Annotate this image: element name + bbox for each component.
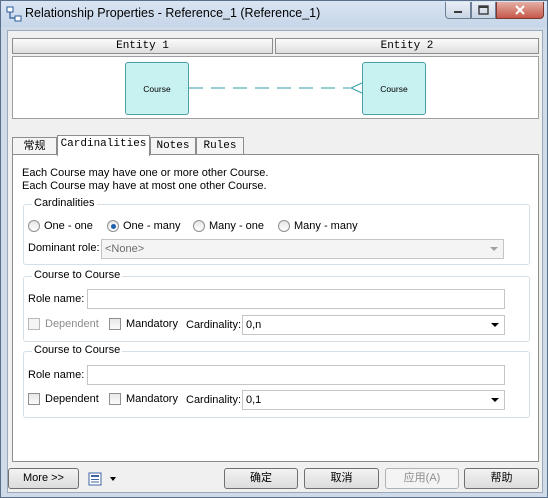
chevron-down-icon: [491, 323, 499, 327]
entity2-header[interactable]: Entity 2: [275, 38, 539, 54]
chevron-down-icon: [491, 398, 499, 402]
role2-cardinality-label: Cardinality:: [186, 394, 242, 406]
checkbox-box[interactable]: [28, 318, 40, 330]
radio-label: Many - many: [294, 220, 358, 232]
radio-label: One - one: [44, 220, 93, 232]
close-button[interactable]: [496, 2, 544, 19]
tab-notes[interactable]: Notes: [150, 137, 196, 155]
tab-general[interactable]: 常规: [12, 137, 57, 155]
window-title: Relationship Properties - Reference_1 (R…: [25, 6, 321, 20]
checkbox-label: Mandatory: [126, 318, 178, 330]
dialog-body: Entity 1 Entity 2 Course Course 常规 Cardi…: [7, 30, 543, 493]
entity1-box[interactable]: Course: [125, 62, 189, 115]
checkbox-box[interactable]: [109, 318, 121, 330]
checkbox-box[interactable]: [109, 393, 121, 405]
radio-label: Many - one: [209, 220, 265, 232]
radio-one-many[interactable]: One - many: [107, 220, 180, 232]
toolbar-menu-button[interactable]: [88, 470, 122, 488]
radio-circle[interactable]: [28, 220, 40, 232]
apply-button[interactable]: 应用(A): [385, 468, 459, 489]
maximize-button[interactable]: [471, 2, 496, 19]
role2-cardinality-value: 0,1: [246, 394, 262, 406]
close-icon: [515, 5, 525, 15]
help-button[interactable]: 帮助: [464, 468, 539, 489]
entity1-header[interactable]: Entity 1: [12, 38, 273, 54]
role2-group: Course to Course Role name: Dependent Ma…: [23, 344, 530, 418]
cardinalities-panel: Each Course may have one or more other C…: [12, 154, 539, 462]
radio-label: One - many: [123, 220, 181, 232]
tab-cardinalities[interactable]: Cardinalities: [57, 135, 150, 156]
dominant-role-label: Dominant role:: [28, 242, 100, 254]
more-button[interactable]: More >>: [8, 468, 79, 489]
role1-name-label: Role name:: [28, 293, 85, 305]
role2-cardinality-select[interactable]: 0,1: [242, 390, 505, 410]
radio-many-many[interactable]: Many - many: [278, 220, 358, 232]
role2-name-label: Role name:: [28, 369, 85, 381]
role2-mandatory-checkbox[interactable]: Mandatory: [109, 393, 178, 405]
description-line-2: Each Course may have at most one other C…: [22, 180, 267, 192]
radio-circle[interactable]: [193, 220, 205, 232]
role1-cardinality-value: 0,n: [246, 319, 262, 331]
relationship-diagram: Course Course: [12, 56, 539, 119]
minimize-icon: [454, 11, 462, 13]
cardinalities-group: Cardinalities One - one One - many Many …: [23, 197, 530, 265]
checkbox-label: Dependent: [45, 393, 99, 405]
radio-many-one[interactable]: Many - one: [193, 220, 264, 232]
role1-name-input[interactable]: [87, 289, 505, 309]
minimize-button[interactable]: [445, 2, 471, 19]
entity2-box[interactable]: Course: [362, 62, 426, 115]
role2-dependent-checkbox[interactable]: Dependent: [28, 393, 99, 405]
radio-one-one[interactable]: One - one: [28, 220, 93, 232]
role1-cardinality-select[interactable]: 0,n: [242, 315, 505, 335]
ok-button[interactable]: 确定: [224, 468, 298, 489]
checkbox-label: Mandatory: [126, 393, 178, 405]
cancel-button[interactable]: 取消: [304, 468, 379, 489]
checkbox-label: Dependent: [45, 318, 99, 330]
role1-group: Course to Course Role name: Dependent Ma…: [23, 269, 530, 342]
radio-circle-selected[interactable]: [107, 220, 119, 232]
maximize-icon: [478, 5, 489, 15]
radio-circle[interactable]: [278, 220, 290, 232]
checkbox-box[interactable]: [28, 393, 40, 405]
role1-mandatory-checkbox[interactable]: Mandatory: [109, 318, 178, 330]
role1-cardinality-label: Cardinality:: [186, 319, 242, 331]
tab-rules[interactable]: Rules: [196, 137, 244, 155]
dominant-role-value: <None>: [105, 243, 145, 255]
relationship-properties-window: Relationship Properties - Reference_1 (R…: [0, 0, 548, 498]
chevron-down-icon: [490, 247, 498, 251]
relationship-link: [189, 82, 363, 94]
dominant-role-select[interactable]: <None>: [101, 239, 504, 259]
role1-dependent-checkbox[interactable]: Dependent: [28, 318, 99, 330]
cardinalities-group-label: Cardinalities: [32, 197, 97, 209]
role2-name-input[interactable]: [87, 365, 505, 385]
toolbar-menu-icon: [88, 472, 102, 486]
relationship-icon: [6, 6, 22, 22]
title-bar[interactable]: Relationship Properties - Reference_1 (R…: [1, 1, 547, 27]
role2-group-label: Course to Course: [32, 344, 123, 356]
role1-group-label: Course to Course: [32, 269, 123, 281]
description-line-1: Each Course may have one or more other C…: [22, 167, 269, 179]
chevron-down-icon: [110, 477, 116, 481]
